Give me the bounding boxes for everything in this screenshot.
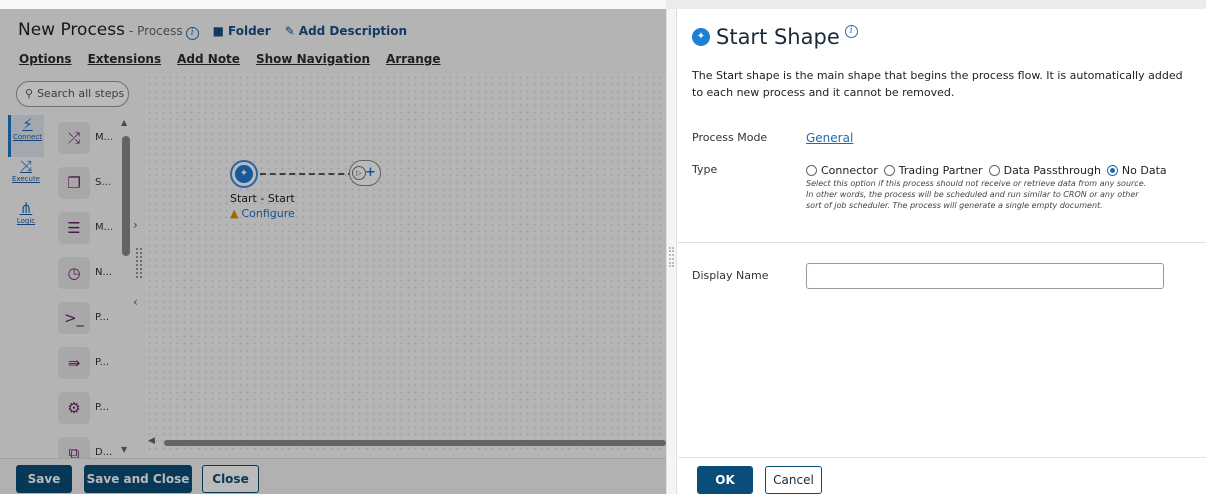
close-button[interactable]: Close bbox=[202, 465, 259, 493]
folder-icon: ■ bbox=[212, 24, 224, 38]
connector-line bbox=[260, 173, 354, 175]
add-description-link[interactable]: ✎ Add Description bbox=[285, 24, 407, 38]
scrollbar-thumb[interactable] bbox=[122, 136, 130, 256]
step-category-list: ⚡ Connect ⤨ Execute ⋔ Logic bbox=[8, 115, 44, 241]
configure-link[interactable]: ▲ Configure bbox=[230, 207, 295, 220]
process-mode-label: Process Mode bbox=[692, 131, 768, 144]
display-name-label: Display Name bbox=[692, 269, 769, 282]
category-execute[interactable]: ⤨ Execute bbox=[8, 157, 44, 199]
collapse-panel-icon[interactable]: ‹ bbox=[133, 295, 138, 309]
category-logic[interactable]: ⋔ Logic bbox=[8, 199, 44, 241]
section-divider bbox=[678, 242, 1206, 243]
process-subtitle: - Process bbox=[128, 24, 183, 38]
type-radio-no-data[interactable]: No Data bbox=[1106, 164, 1167, 177]
menu-arrange[interactable]: Arrange bbox=[386, 52, 441, 66]
arrow-right-icon: ▷ bbox=[352, 166, 366, 180]
start-shape-icon: ✦ bbox=[235, 165, 253, 183]
type-radio-trading-partner[interactable]: Trading Partner bbox=[883, 164, 983, 177]
start-shape-panel: ✦ Start Shape i The Start shape is the m… bbox=[678, 9, 1206, 494]
program-command-icon: >_ bbox=[58, 301, 90, 334]
panel-splitter[interactable] bbox=[666, 9, 677, 494]
step-item[interactable]: ⤮ M... bbox=[50, 115, 122, 160]
resize-grip-icon bbox=[669, 247, 674, 267]
scroll-up-icon[interactable]: ▲ bbox=[121, 118, 127, 127]
step-item[interactable]: >_ P... bbox=[50, 295, 122, 340]
display-name-input[interactable] bbox=[806, 263, 1164, 289]
type-radio-data-passthrough[interactable]: Data Passthrough bbox=[988, 164, 1101, 177]
type-label: Type bbox=[692, 163, 718, 176]
step-item[interactable]: ◷ N... bbox=[50, 250, 122, 295]
info-icon[interactable]: i bbox=[185, 27, 199, 40]
menu-extensions[interactable]: Extensions bbox=[88, 52, 162, 66]
menu-options[interactable]: Options bbox=[19, 52, 72, 66]
step-item[interactable]: ❐ S... bbox=[50, 160, 122, 205]
set-properties-icon: ❐ bbox=[58, 166, 90, 199]
process-route-icon: ⚙ bbox=[58, 391, 90, 424]
message-icon: ☰ bbox=[58, 211, 90, 244]
menu-add-note[interactable]: Add Note bbox=[177, 52, 240, 66]
process-title: New Process bbox=[18, 20, 125, 40]
step-item[interactable]: ⚙ P... bbox=[50, 385, 122, 430]
palette-resize-handle[interactable] bbox=[136, 248, 142, 278]
cancel-button[interactable]: Cancel bbox=[765, 466, 822, 494]
logic-icon: ⋔ bbox=[19, 199, 33, 217]
process-title-bar: New Process - Process i ■ Folder ✎ Add Des… bbox=[18, 20, 407, 46]
shuffle-icon: ⤮ bbox=[58, 121, 90, 154]
step-item[interactable]: ⇛ P... bbox=[50, 340, 122, 385]
panel-header: ✦ Start Shape i bbox=[692, 24, 858, 49]
category-connect[interactable]: ⚡ Connect bbox=[8, 115, 44, 157]
info-icon[interactable]: i bbox=[844, 24, 858, 38]
connect-icon: ⚡ bbox=[22, 115, 33, 133]
expand-panel-icon[interactable]: › bbox=[133, 218, 138, 232]
type-help-text: Select this option if this process shoul… bbox=[806, 179, 1147, 210]
start-shape-icon: ✦ bbox=[692, 28, 710, 46]
pencil-icon: ✎ bbox=[284, 24, 295, 38]
editor-bottom-bar: Save Save and Close Close bbox=[0, 458, 666, 494]
search-icon: ⚲ bbox=[25, 87, 34, 100]
palette-scrollbar[interactable]: ▲ ▼ bbox=[121, 118, 131, 454]
step-palette: ⤮ M... ❐ S... ☰ M... ◷ N... >_ P... ⇛ P... ⚙ P.… bbox=[50, 115, 122, 475]
process-editor: New Process - Process i ■ Folder ✎ Add Des… bbox=[0, 0, 666, 494]
editor-menu-bar: Options Extensions Add Note Show Navigat… bbox=[19, 52, 441, 66]
panel-title: Start Shape bbox=[716, 25, 840, 49]
notify-icon: ◷ bbox=[58, 256, 90, 289]
warning-icon: ▲ bbox=[230, 207, 239, 220]
step-item[interactable]: ☰ M... bbox=[50, 205, 122, 250]
process-canvas[interactable]: ✦ ▷ + Start - Start ▲ Configure bbox=[146, 74, 666, 454]
folder-link[interactable]: ■ Folder bbox=[213, 24, 271, 38]
search-steps-input[interactable]: ⚲ Search all steps bbox=[16, 81, 129, 107]
save-and-close-button[interactable]: Save and Close bbox=[84, 465, 192, 493]
type-radio-group: Connector Trading Partner Data Passthrou… bbox=[806, 164, 1173, 177]
save-button[interactable]: Save bbox=[16, 465, 72, 493]
scrollbar-thumb[interactable] bbox=[164, 440, 666, 446]
start-shape-label: Start - Start bbox=[230, 192, 295, 205]
panel-description: The Start shape is the main shape that b… bbox=[692, 69, 1183, 99]
process-mode-link[interactable]: General bbox=[806, 131, 853, 145]
process-call-icon: ⇛ bbox=[58, 346, 90, 379]
type-radio-connector[interactable]: Connector bbox=[806, 164, 878, 177]
scroll-down-icon[interactable]: ▼ bbox=[121, 445, 127, 454]
ok-button[interactable]: OK bbox=[697, 466, 753, 494]
start-shape-node[interactable]: ✦ bbox=[230, 160, 258, 188]
menu-show-navigation[interactable]: Show Navigation bbox=[256, 52, 370, 66]
execute-icon: ⤨ bbox=[19, 157, 32, 175]
canvas-horizontal-scrollbar[interactable]: ◀ bbox=[146, 436, 666, 448]
scroll-left-icon[interactable]: ◀ bbox=[148, 436, 155, 446]
add-next-shape-button[interactable]: ▷ + bbox=[349, 160, 381, 186]
footer-divider bbox=[678, 457, 1206, 458]
